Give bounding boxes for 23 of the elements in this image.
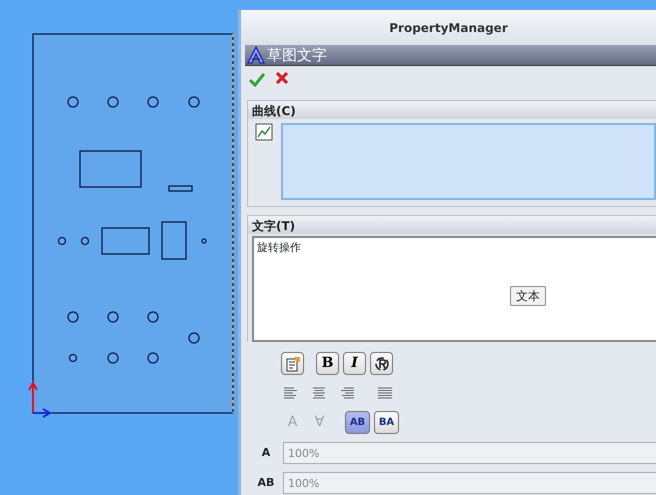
- input-field[interactable]: 100%: [283, 442, 656, 464]
- field-label: A: [260, 444, 272, 461]
- group-title: 文字(T): [248, 216, 656, 234]
- text-value: 旋转操作: [257, 241, 301, 254]
- group-title: 曲线(C): [248, 101, 656, 119]
- input-field[interactable]: 100%: [283, 472, 656, 494]
- tooltip: 文本: [510, 286, 546, 306]
- chart-icon: [255, 123, 273, 141]
- font-icon: [284, 356, 300, 372]
- panel-title: PropertyManager: [241, 10, 656, 45]
- bold-button[interactable]: B: [316, 352, 339, 375]
- feature-title: 草图文字: [267, 44, 327, 66]
- text-area[interactable]: 旋转操作 文本: [252, 236, 656, 342]
- field-label: AB: [256, 474, 276, 491]
- text-icon: [247, 46, 265, 64]
- rotate-button[interactable]: [370, 352, 393, 375]
- close-icon[interactable]: [275, 71, 289, 85]
- text-direction-button[interactable]: AB: [345, 411, 370, 434]
- italic-button[interactable]: I: [343, 352, 366, 375]
- ok-icon[interactable]: [249, 71, 265, 87]
- font-button[interactable]: [281, 352, 304, 375]
- reverse-direction-button[interactable]: BA: [374, 411, 399, 434]
- rotate-icon: [374, 356, 390, 372]
